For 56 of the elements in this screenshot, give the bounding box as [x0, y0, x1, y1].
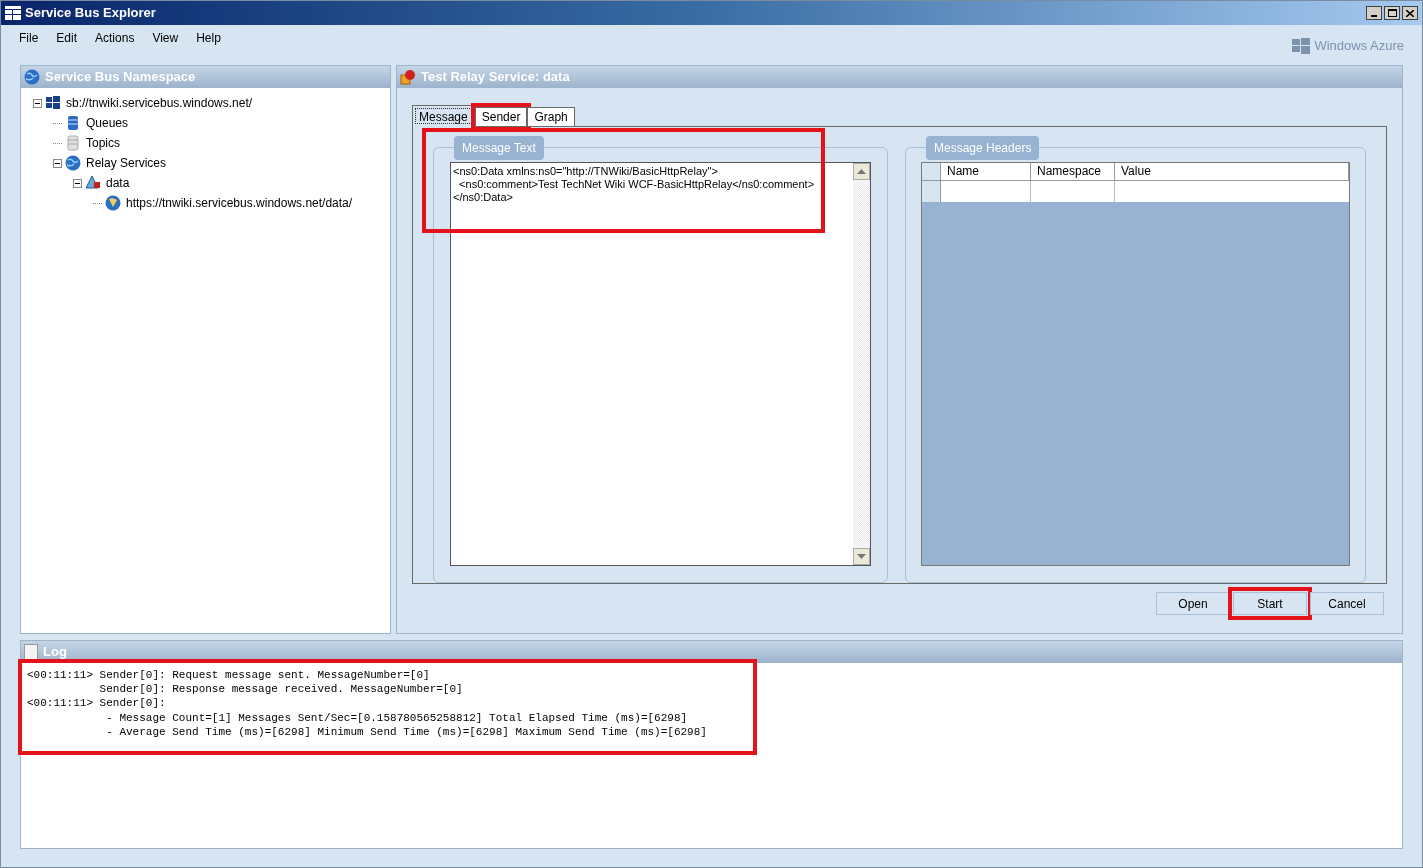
log-line: Sender[0]: Response message received. MessageNumber=[0] — [98, 682, 464, 697]
scroll-down-icon[interactable] — [857, 554, 866, 559]
close-button[interactable] — [1402, 6, 1418, 20]
expander[interactable] — [53, 158, 62, 168]
menu-item[interactable]: View — [146, 28, 185, 48]
headers-grid[interactable]: Name Namespace Value — [921, 162, 1350, 566]
panel-title: Service Bus Namespace — [45, 68, 196, 87]
tab[interactable]: Sender — [474, 107, 528, 127]
document-icon — [24, 644, 38, 660]
button[interactable]: Start — [1233, 592, 1307, 615]
group-legend: Message Text — [454, 136, 544, 160]
column-header[interactable]: Value — [1115, 163, 1349, 180]
grid-corner — [922, 163, 941, 180]
globe-icon — [65, 155, 81, 171]
database-icon — [65, 135, 81, 151]
column-header[interactable]: Namespace — [1031, 163, 1115, 180]
globe-icon — [105, 195, 121, 211]
group-legend: Message Headers — [926, 136, 1040, 160]
expander[interactable] — [73, 178, 82, 188]
maximize-button[interactable] — [1384, 6, 1400, 20]
message-text-area[interactable]: <ns0:Data xmlns:ns0="http://TNWiki/BasicHttpRelay"> <ns0:comment>Test TechNet Wiki WCF-BasicHttpRelay</ns0:comment> </ns0:Data> — [450, 162, 871, 566]
expander[interactable] — [33, 98, 42, 108]
menu-item[interactable]: Actions — [89, 28, 141, 48]
scrollbar[interactable] — [853, 163, 870, 565]
button[interactable]: Open — [1156, 592, 1230, 615]
brand-text: Windows Azure — [1314, 37, 1404, 55]
minimize-button[interactable] — [1366, 6, 1382, 20]
menu-item[interactable]: Help — [190, 28, 227, 48]
button[interactable]: Cancel — [1310, 592, 1384, 615]
tree-item[interactable]: Queues — [84, 114, 131, 132]
windows-logo-icon — [1292, 37, 1311, 54]
globe-icon — [24, 69, 40, 85]
tree-item[interactable]: sb://tnwiki.servicebus.windows.net/ — [64, 94, 255, 112]
menu-item[interactable]: File — [13, 28, 45, 48]
tab[interactable]: Graph — [527, 107, 575, 127]
tree-item[interactable]: https://tnwiki.servicebus.windows.net/data/ — [124, 194, 355, 212]
panel-title: Test Relay Service: data — [421, 68, 570, 87]
tree-item[interactable]: Topics — [84, 134, 122, 152]
tree-item[interactable]: data — [104, 174, 132, 192]
windows-logo-icon — [45, 95, 61, 111]
message-text: <ns0:Data xmlns:ns0="http://TNWiki/BasicHttpRelay"> <ns0:comment>Test TechNet Wiki WCF-BasicHttpRelay</ns0:comment> </ns0:Data> — [452, 164, 816, 205]
log-line: - Message Count=[1] Messages Sent/Sec=[0.158780565258812] Total Elapsed Time (ms)=[6298] — [105, 710, 689, 725]
log-line: - Average Send Time (ms)=[6298] Minimum Send Time (ms)=[6298] Maximum Send Time (ms)=[6298] — [105, 724, 708, 739]
panel-title: Log — [43, 643, 67, 662]
window-icon — [5, 6, 21, 20]
menu-item[interactable]: Edit — [50, 28, 84, 48]
database-icon — [65, 115, 81, 131]
close-icon[interactable] — [1406, 9, 1414, 17]
window-title: Service Bus Explorer — [25, 4, 156, 23]
column-header[interactable]: Name — [941, 163, 1031, 180]
log-line: <00:11:11> Sender[0]: — [27, 696, 167, 711]
service-icon — [85, 175, 101, 191]
log-line: <00:11:11> Sender[0]: Request message sent. MessageNumber=[0] — [27, 668, 431, 683]
cube-icon — [400, 69, 416, 85]
tree-item[interactable]: Relay Services — [84, 154, 169, 172]
scroll-up-icon[interactable] — [857, 169, 866, 174]
